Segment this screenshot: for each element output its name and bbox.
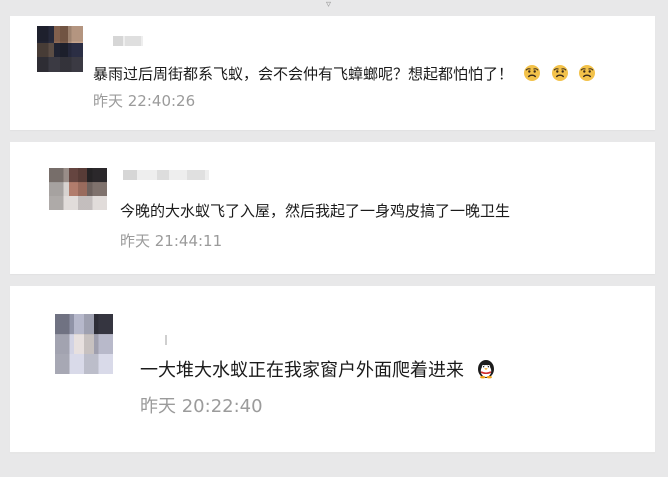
comment-text-content: 一大堆大水蚁正在我家窗户外面爬着进来 <box>140 360 464 381</box>
username-redacted <box>165 335 175 345</box>
scared-face-emoji-icon <box>523 64 541 82</box>
divider <box>10 452 655 454</box>
scared-face-emoji-icon <box>578 64 596 82</box>
comment-text: 一大堆大水蚁正在我家窗户外面爬着进来 <box>140 357 497 382</box>
username-redacted <box>113 36 143 46</box>
comment-text-content: 今晚的大水蚁飞了入屋，然后我起了一身鸡皮搞了一晚卫生 <box>120 202 511 220</box>
comments-screenshot: ▿ 暴雨过后周街都系飞蚁，会不会仲有飞蟑螂呢？想起都怕怕了！ 昨天 22:40:… <box>0 0 668 477</box>
penguin-emoji-icon <box>475 357 497 379</box>
comment-text: 今晚的大水蚁飞了入屋，然后我起了一身鸡皮搞了一晚卫生 <box>120 202 510 220</box>
comment-text-content: 暴雨过后周街都系飞蚁，会不会仲有飞蟑螂呢？想起都怕怕了！ <box>93 65 514 83</box>
comment-card[interactable]: 今晚的大水蚁飞了入屋，然后我起了一身鸡皮搞了一晚卫生 昨天 21:44:11 <box>10 142 655 274</box>
avatar[interactable] <box>55 314 113 374</box>
avatar[interactable] <box>49 168 107 210</box>
comment-time: 昨天 20:22:40 <box>140 396 263 417</box>
comment-text: 暴雨过后周街都系飞蚁，会不会仲有飞蟑螂呢？想起都怕怕了！ <box>93 64 596 83</box>
comment-card[interactable]: 暴雨过后周街都系飞蚁，会不会仲有飞蟑螂呢？想起都怕怕了！ 昨天 22:40:26 <box>10 16 655 130</box>
scared-face-emoji-icon <box>551 64 569 82</box>
comment-card[interactable]: 一大堆大水蚁正在我家窗户外面爬着进来 昨天 20:22:40 <box>10 286 655 454</box>
avatar[interactable] <box>37 26 83 72</box>
comment-time: 昨天 22:40:26 <box>93 92 196 110</box>
caret-icon: ▿ <box>326 0 332 10</box>
username-redacted <box>123 170 209 180</box>
comment-time: 昨天 21:44:11 <box>120 232 223 250</box>
